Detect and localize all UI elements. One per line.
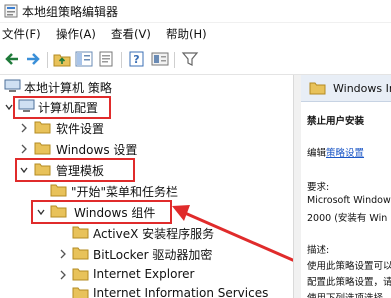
requirements-label: 要求: (307, 182, 330, 193)
policy-heading: 禁止用户安装 (307, 116, 365, 127)
requirements-line-2: 2000 (安装有 Win (307, 213, 388, 224)
description-line-2: 配置此策略设置，请 (307, 277, 391, 288)
details-header: Windows In (301, 75, 391, 102)
description-line-1: 使用此策略设置可以 (307, 261, 391, 272)
folder-icon (309, 82, 326, 95)
details-pane: Windows In 禁止用户安装 编辑 策略设置 要求: Microsoft … (301, 75, 391, 298)
description-line-3: 使用下列选项选择 (307, 290, 383, 298)
details-header-title: Windows In (333, 82, 391, 95)
requirements-line-1: Microsoft Window (307, 195, 391, 206)
edit-prefix: 编辑 (307, 148, 327, 159)
description-label: 描述: (307, 245, 330, 256)
edit-policy-link[interactable]: 策略设置 (326, 145, 364, 159)
